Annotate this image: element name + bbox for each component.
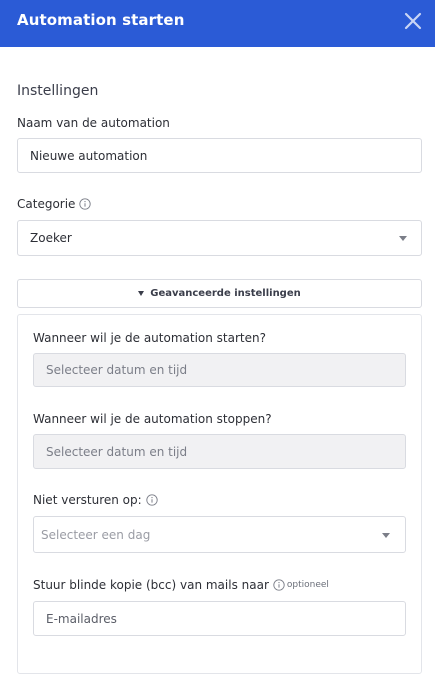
bcc-email-input[interactable]: E-mailadres bbox=[33, 601, 406, 636]
category-select-value: Zoeker bbox=[30, 231, 72, 245]
start-datetime-placeholder: Selecteer datum en tijd bbox=[46, 363, 188, 377]
start-label: Wanneer wil je de automation starten? bbox=[33, 331, 266, 345]
start-label-text: Wanneer wil je de automation starten? bbox=[33, 331, 266, 345]
no-send-label-text: Niet versturen op: bbox=[33, 493, 142, 507]
name-input[interactable]: Nieuwe automation bbox=[17, 138, 422, 173]
chevron-down-icon bbox=[382, 532, 390, 538]
category-select[interactable]: Zoeker bbox=[17, 220, 422, 256]
start-datetime-input[interactable]: Selecteer datum en tijd bbox=[33, 353, 406, 387]
optional-tag: optioneel bbox=[286, 580, 329, 590]
category-label-text: Categorie bbox=[17, 197, 76, 211]
name-label-text: Naam van de automation bbox=[17, 116, 170, 130]
modal-header: Automation starten bbox=[0, 0, 435, 47]
close-icon bbox=[404, 12, 422, 30]
no-send-day-select[interactable]: Selecteer een dag bbox=[33, 516, 406, 553]
stop-label: Wanneer wil je de automation stoppen? bbox=[33, 412, 272, 426]
stop-datetime-placeholder: Selecteer datum en tijd bbox=[46, 444, 188, 459]
close-button[interactable] bbox=[400, 9, 426, 35]
modal-title: Automation starten bbox=[17, 11, 185, 29]
info-icon[interactable] bbox=[79, 198, 92, 210]
settings-heading: Instellingen bbox=[17, 83, 99, 99]
category-label: Categorie bbox=[17, 197, 92, 211]
chevron-down-icon bbox=[399, 236, 407, 241]
advanced-settings-label: Geavanceerde instellingen bbox=[150, 288, 301, 299]
info-icon[interactable] bbox=[273, 579, 285, 591]
bcc-label-text: Stuur blinde kopie (bcc) van mails naar bbox=[33, 578, 269, 592]
stop-label-text: Wanneer wil je de automation stoppen? bbox=[33, 412, 272, 426]
no-send-label: Niet versturen op: bbox=[33, 493, 158, 507]
advanced-settings-toggle[interactable]: Geavanceerde instellingen bbox=[17, 279, 422, 308]
bcc-email-placeholder: E-mailadres bbox=[46, 611, 117, 626]
info-icon[interactable] bbox=[146, 494, 158, 506]
triangle-down-icon bbox=[138, 291, 145, 296]
bcc-label: Stuur blinde kopie (bcc) van mails naar … bbox=[33, 578, 329, 592]
stop-datetime-input[interactable]: Selecteer datum en tijd bbox=[33, 434, 406, 469]
name-input-value: Nieuwe automation bbox=[30, 148, 148, 163]
name-label: Naam van de automation bbox=[17, 116, 170, 130]
no-send-day-placeholder: Selecteer een dag bbox=[41, 527, 151, 542]
